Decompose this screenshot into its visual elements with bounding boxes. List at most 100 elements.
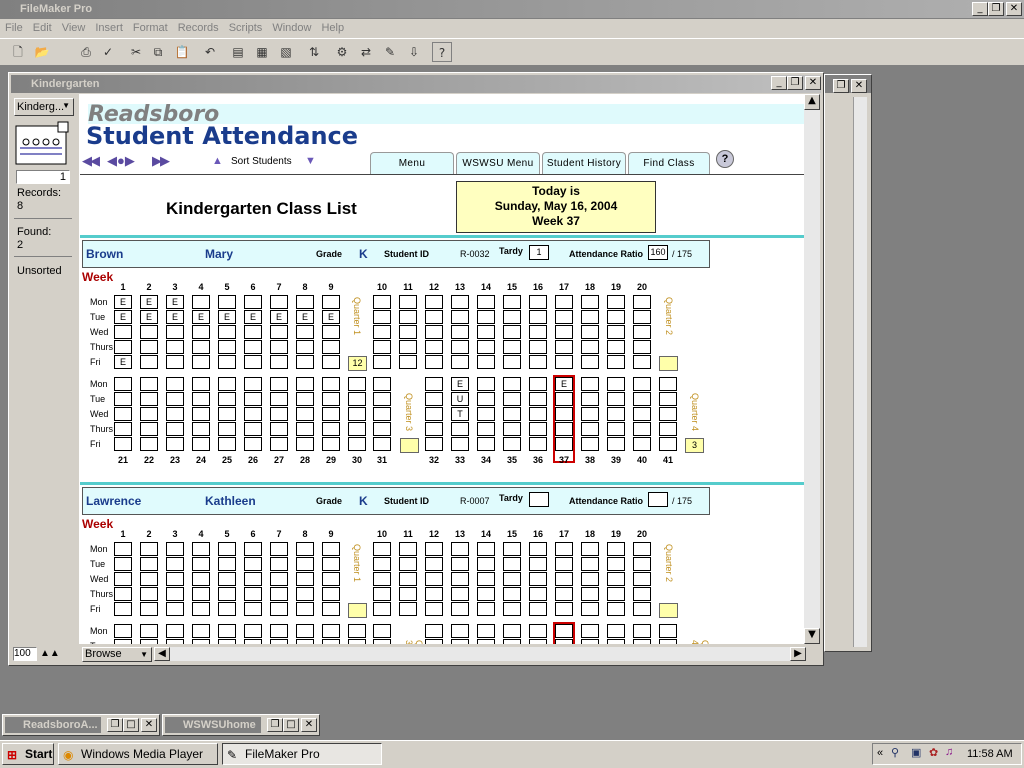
help-icon[interactable]: ? [432, 42, 452, 62]
attendance-cell[interactable] [114, 639, 132, 644]
attendance-cell[interactable] [607, 624, 625, 638]
doc-minimize-button[interactable]: _ [771, 76, 787, 90]
attendance-cell[interactable] [477, 340, 495, 354]
attendance-cell[interactable] [218, 295, 236, 309]
attendance-cell[interactable] [451, 639, 469, 644]
attendance-cell[interactable] [218, 407, 236, 421]
attendance-cell[interactable] [373, 587, 391, 601]
attendance-cell[interactable] [451, 422, 469, 436]
attendance-cell[interactable] [555, 572, 573, 586]
new-icon[interactable]: 🗋 [8, 42, 28, 62]
first-name[interactable]: Kathleen [205, 494, 256, 508]
attendance-cell[interactable] [425, 542, 443, 556]
attendance-cell[interactable] [451, 602, 469, 616]
attendance-cell[interactable] [296, 295, 314, 309]
layout-dropdown[interactable]: Kinderg... ▼ [14, 98, 74, 116]
attendance-cell[interactable] [322, 377, 340, 391]
attendance-cell[interactable] [192, 355, 210, 369]
attendance-cell[interactable] [166, 422, 184, 436]
attendance-cell[interactable] [348, 639, 366, 644]
attendance-cell[interactable] [166, 542, 184, 556]
attendance-cell[interactable] [322, 422, 340, 436]
attendance-cell[interactable] [192, 422, 210, 436]
attendance-cell[interactable] [296, 542, 314, 556]
attendance-cell[interactable] [659, 639, 677, 644]
attendance-cell[interactable] [244, 392, 262, 406]
cut-icon[interactable]: ✂ [126, 42, 146, 62]
min2-restore-button[interactable]: ❐ [267, 718, 283, 732]
attendance-cell[interactable] [503, 624, 521, 638]
attendance-cell[interactable] [425, 437, 443, 451]
attendance-cell[interactable] [607, 587, 625, 601]
attendance-cell[interactable] [140, 624, 158, 638]
grade-value[interactable]: K [359, 494, 368, 508]
attendance-cell[interactable] [192, 557, 210, 571]
attendance-cell[interactable] [244, 325, 262, 339]
attendance-cell[interactable] [244, 377, 262, 391]
attendance-cell[interactable] [425, 295, 443, 309]
attendance-cell[interactable] [451, 624, 469, 638]
attendance-cell[interactable] [114, 340, 132, 354]
attendance-cell[interactable] [373, 624, 391, 638]
attendance-cell[interactable] [425, 422, 443, 436]
attendance-cell[interactable]: E [140, 310, 158, 324]
attendance-ratio-field[interactable]: 160 [648, 245, 668, 260]
attendance-cell[interactable] [192, 542, 210, 556]
attendance-cell[interactable] [633, 557, 651, 571]
attendance-cell[interactable] [581, 325, 599, 339]
attendance-cell[interactable] [659, 377, 677, 391]
attendance-cell[interactable] [581, 407, 599, 421]
attendance-cell[interactable] [633, 624, 651, 638]
attendance-cell[interactable] [244, 340, 262, 354]
tray-app-icon[interactable]: ✿ [929, 746, 938, 759]
record-number-field[interactable]: 1 [16, 170, 70, 184]
attendance-cell[interactable] [399, 355, 417, 369]
attendance-cell[interactable] [373, 310, 391, 324]
attendance-cell[interactable] [218, 587, 236, 601]
attendance-cell[interactable] [529, 377, 547, 391]
attendance-cell[interactable]: U [451, 392, 469, 406]
attendance-cell[interactable] [296, 572, 314, 586]
attendance-cell[interactable] [425, 340, 443, 354]
attendance-cell[interactable] [140, 377, 158, 391]
attendance-cell[interactable] [555, 325, 573, 339]
attendance-cell[interactable] [244, 624, 262, 638]
layout-icon[interactable]: ▧ [276, 42, 296, 62]
attendance-cell[interactable] [296, 422, 314, 436]
attendance-cell[interactable] [633, 542, 651, 556]
attendance-cell[interactable] [140, 572, 158, 586]
attendance-cell[interactable] [244, 437, 262, 451]
attendance-cell[interactable] [192, 572, 210, 586]
attendance-cell[interactable] [114, 407, 132, 421]
attendance-cell[interactable] [633, 572, 651, 586]
attendance-cell[interactable] [322, 602, 340, 616]
attendance-cell[interactable] [322, 325, 340, 339]
attendance-cell[interactable] [477, 325, 495, 339]
menu-scripts[interactable]: Scripts [224, 19, 268, 37]
tardy-field[interactable]: 1 [529, 245, 549, 260]
define-fields-icon[interactable]: ⚙ [332, 42, 352, 62]
attendance-cell[interactable] [270, 377, 288, 391]
attendance-cell[interactable] [373, 355, 391, 369]
attendance-cell[interactable] [503, 602, 521, 616]
menu-format[interactable]: Format [128, 19, 173, 37]
attendance-cell[interactable] [529, 325, 547, 339]
attendance-cell[interactable] [581, 392, 599, 406]
attendance-cell[interactable] [581, 340, 599, 354]
attendance-cell[interactable] [348, 422, 366, 436]
attendance-cell[interactable] [529, 557, 547, 571]
attendance-cell[interactable] [425, 355, 443, 369]
attendance-cell[interactable] [322, 392, 340, 406]
attendance-cell[interactable]: E [244, 310, 262, 324]
attendance-cell[interactable] [140, 355, 158, 369]
attendance-cell[interactable] [322, 407, 340, 421]
attendance-cell[interactable] [477, 572, 495, 586]
attendance-cell[interactable] [529, 624, 547, 638]
attendance-cell[interactable] [477, 422, 495, 436]
attendance-cell[interactable] [529, 572, 547, 586]
min1-maximize-button[interactable]: □ [123, 718, 139, 732]
attendance-cell[interactable] [555, 542, 573, 556]
background-restore-button[interactable]: ❐ [833, 79, 849, 93]
attendance-cell[interactable] [218, 639, 236, 644]
attendance-cell[interactable] [192, 407, 210, 421]
